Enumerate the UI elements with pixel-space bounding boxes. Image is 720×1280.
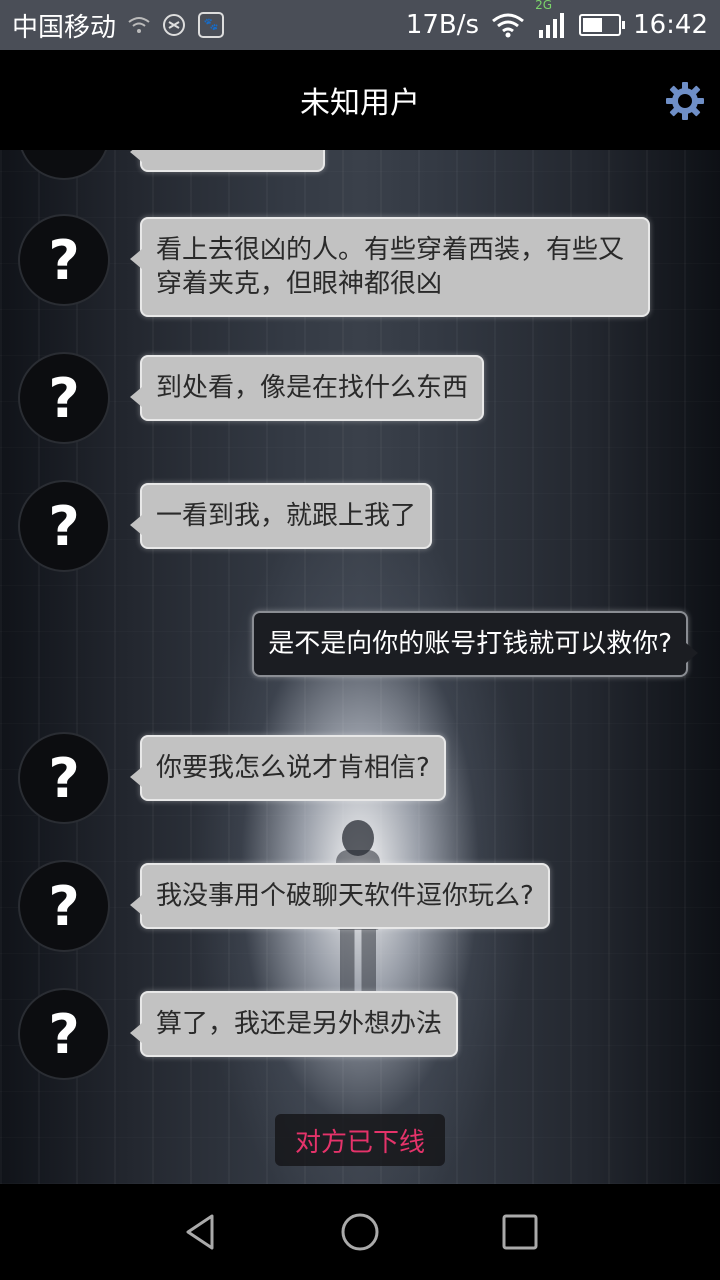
message-bubble[interactable]: 我没事用个破聊天软件逗你玩么? [130,863,550,929]
wifi-question-icon [128,15,150,35]
chat-header: 未知用户 [0,50,720,150]
message-bubble[interactable]: 你要我怎么说才肯相信? [130,735,446,801]
back-button[interactable] [180,1212,220,1252]
clock: 16:42 [633,10,708,40]
wifi-icon [491,12,525,38]
message-bubble-partial [130,150,325,172]
carrier-label: 中国移动 [12,12,117,43]
paw-app-icon: 🐾 [198,12,225,38]
battery-level [583,18,603,32]
avatar: ? [18,988,110,1080]
gear-icon [666,82,704,120]
message-bubble[interactable]: 看上去很凶的人。有些穿着西装，有些又穿着夹克，但眼神都很凶 [130,217,650,317]
battery-icon [579,14,626,36]
message-bubble[interactable]: 到处看，像是在找什么东西 [129,355,485,421]
offline-notice: 对方已下线 [275,1114,445,1166]
chat-area[interactable]: ? 看上去很凶的人。有些穿着西装，有些又穿着夹克，但眼神都很凶 ? 到处看，像是… [0,150,720,1184]
app-screen: 中国移动 🐾 17B/s 2G 16:42 未知用户 ? 看上去很凶的人。有些穿… [0,0,720,1280]
page-title: 未知用户 [300,86,420,121]
message-bubble[interactable]: 算了，我还是另外想办法 [129,991,459,1057]
avatar: ? [18,214,110,306]
avatar: ? [18,352,110,444]
app-notification-icon [162,13,186,37]
avatar: ? [18,732,110,824]
avatar: ? [18,480,110,572]
back-triangle-icon [186,1214,214,1250]
home-circle-icon [341,1213,379,1251]
signal-icon: 2G [535,0,567,38]
recents-square-icon [502,1214,538,1250]
message-bubble[interactable]: 一看到我，就跟上我了 [129,483,433,549]
outgoing-message-bubble[interactable]: 是不是向你的账号打钱就可以救你? [252,611,698,677]
recents-button[interactable] [500,1212,540,1252]
avatar: ? [18,860,110,952]
network-type: 2G [535,0,552,12]
net-speed: 17B/s [405,10,480,40]
status-bar: 中国移动 🐾 17B/s 2G 16:42 [0,0,720,50]
settings-button[interactable] [664,80,706,122]
home-button[interactable] [340,1212,380,1252]
system-nav-bar [0,1184,720,1280]
